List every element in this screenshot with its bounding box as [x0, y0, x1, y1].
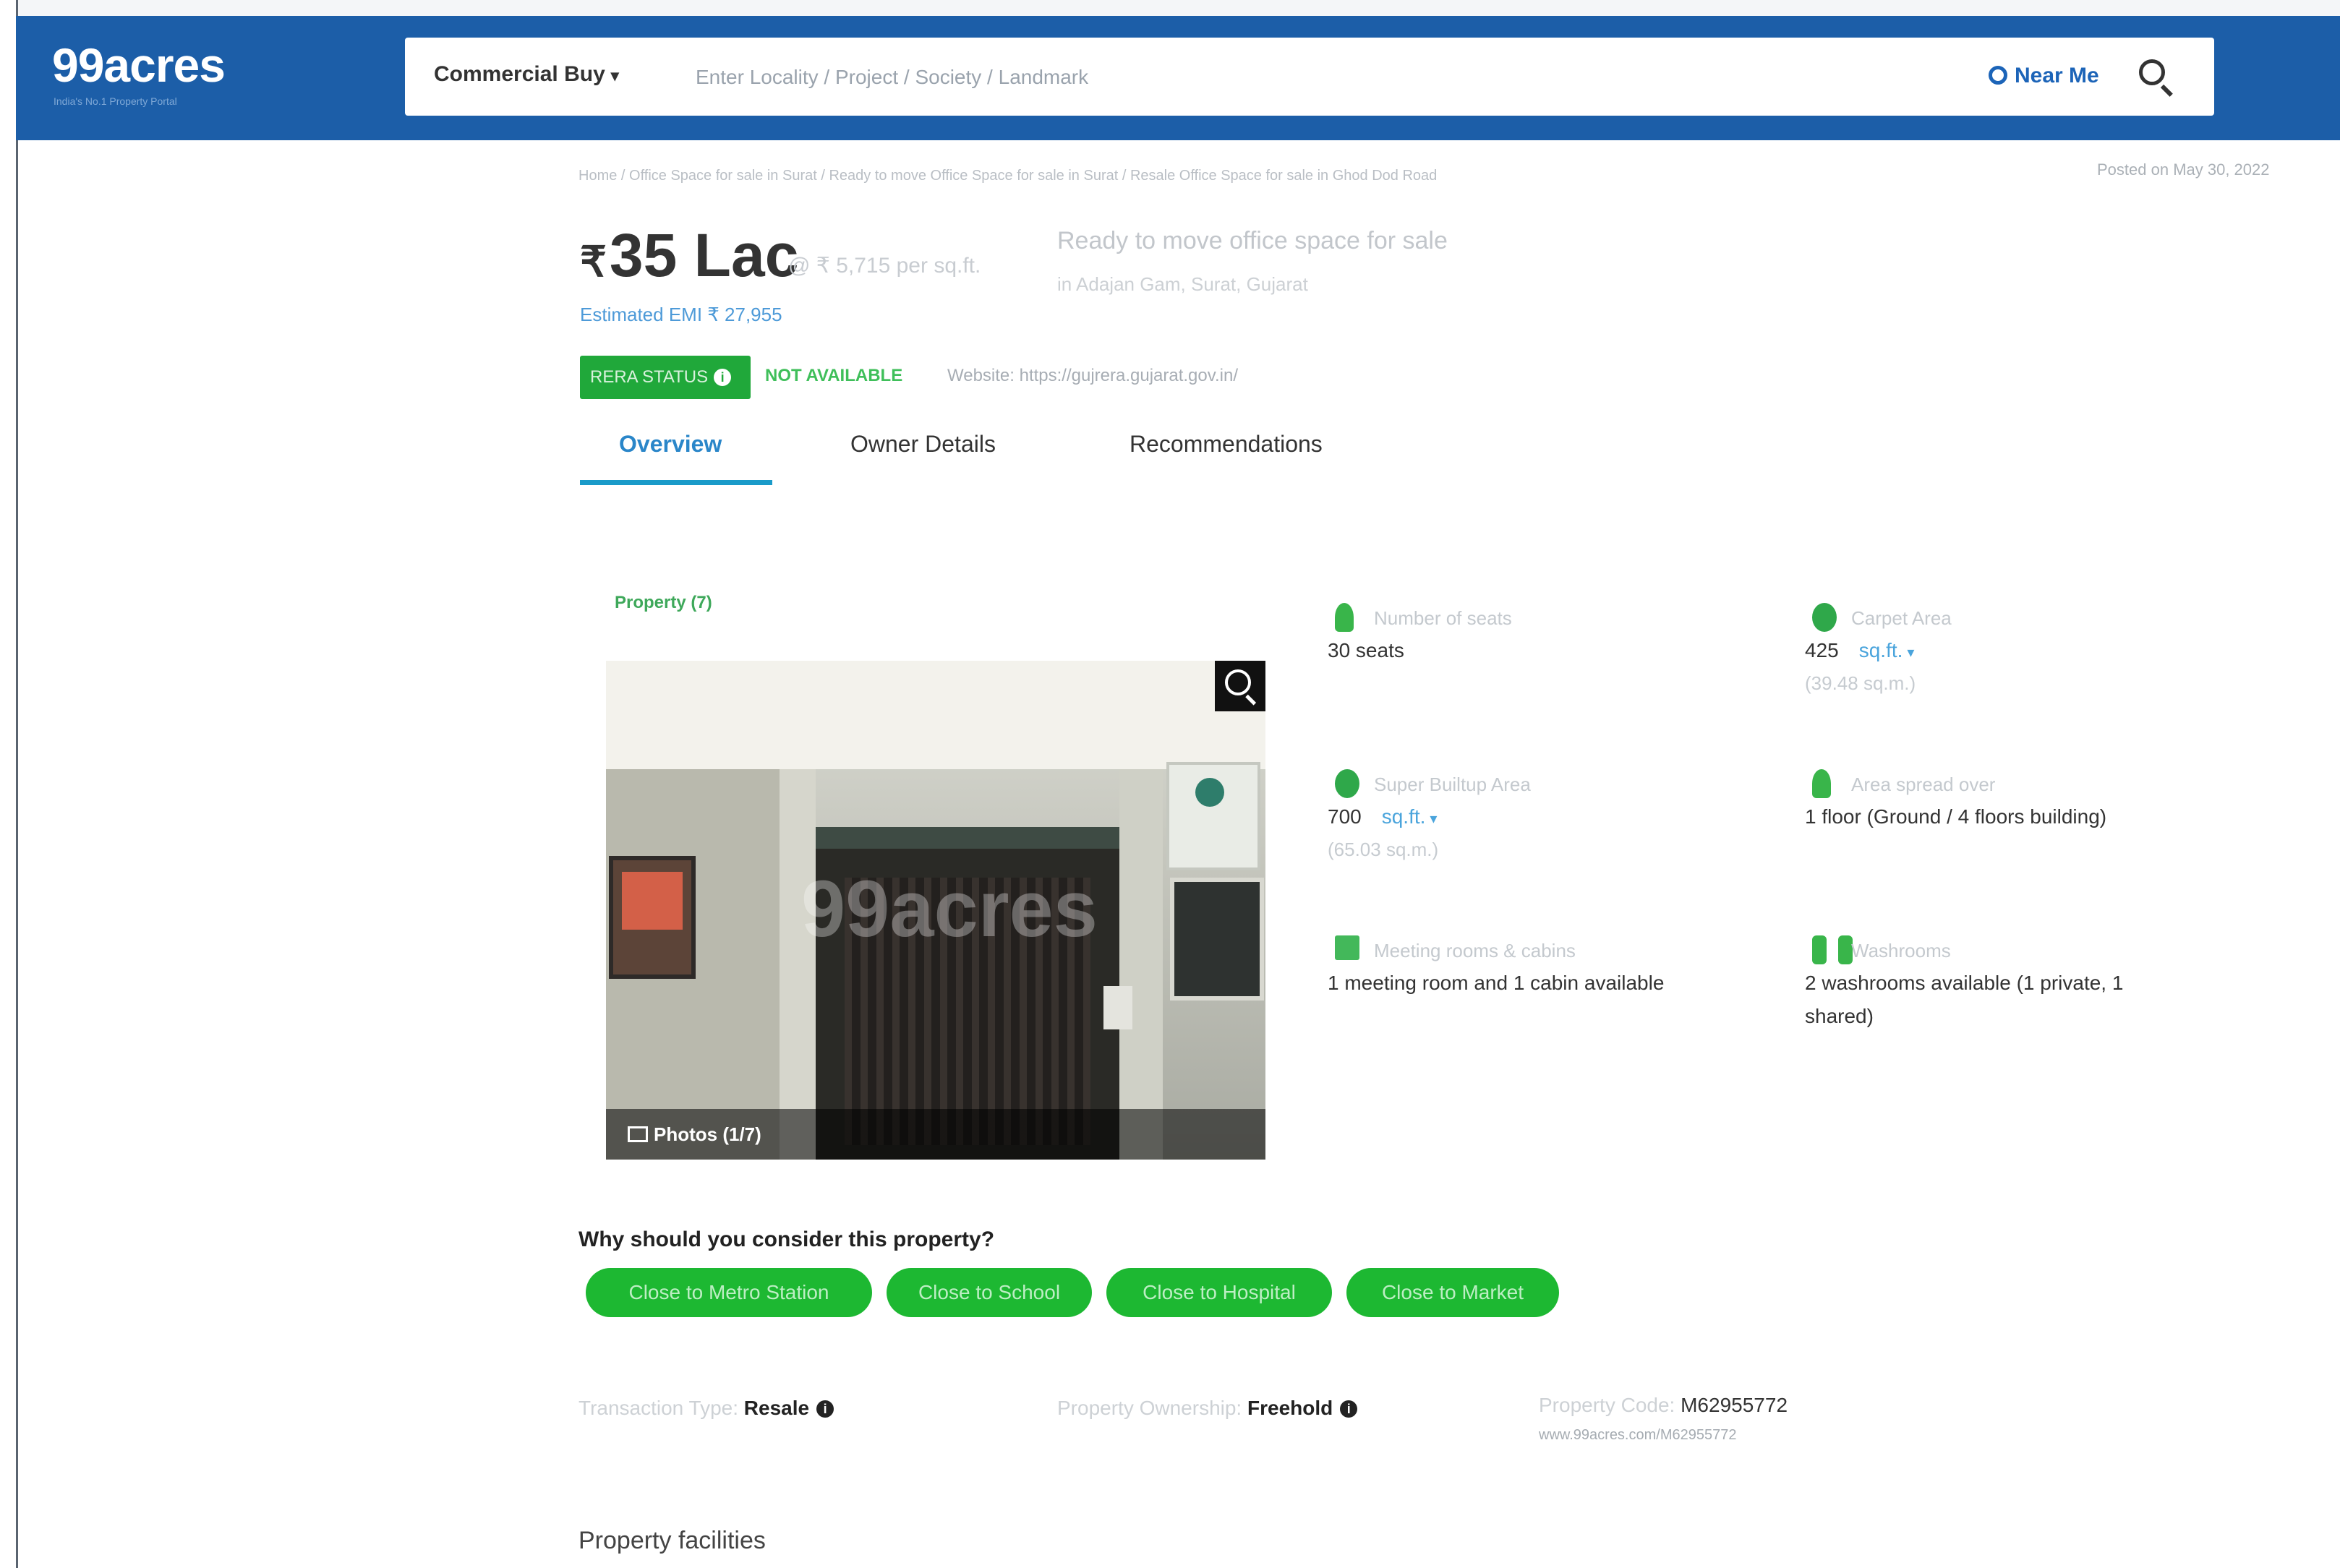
zoom-in-icon [1225, 669, 1251, 695]
property-ownership: Property Ownership: Freehold i [1057, 1397, 1358, 1420]
feature-label: Washrooms [1851, 940, 1951, 961]
property-code-label: Property Code: [1539, 1394, 1675, 1416]
meeting-room-icon [1335, 935, 1359, 960]
chip-close-to-hospital[interactable]: Close to Hospital [1106, 1268, 1332, 1317]
property-photo[interactable]: 99acres Photos (1/7) [606, 661, 1265, 1160]
feature-label: Super Builtup Area [1374, 774, 1531, 795]
feature-label: Carpet Area [1851, 607, 1952, 629]
rera-website-link[interactable]: Website: https://gujrera.gujarat.gov.in/ [947, 366, 1238, 386]
feature-value: 1 meeting room and 1 cabin available [1328, 972, 1665, 994]
rera-status-value: NOT AVAILABLE [765, 366, 903, 385]
super-builtup-value: 700 [1328, 805, 1362, 828]
transaction-type-value: Resale [743, 1397, 810, 1419]
area-icon [1812, 603, 1837, 632]
zoom-button[interactable] [1215, 661, 1265, 711]
listing-location: in Adajan Gam, Surat, Gujarat [1057, 273, 1308, 295]
site-logo[interactable]: 99acres [52, 38, 226, 93]
chevron-down-icon: ▾ [1907, 645, 1915, 661]
feature-value: 1 floor (Ground / 4 floors building) [1805, 805, 2107, 828]
active-tab-indicator [580, 480, 772, 485]
feature-sub-value: (65.03 sq.m.) [1328, 839, 1439, 860]
info-icon[interactable]: i [1340, 1400, 1358, 1418]
search-type-dropdown[interactable]: Commercial Buy ▾ [434, 62, 619, 87]
listing-tabs: Overview Owner Details Recommendations [580, 424, 1346, 486]
search-icon [2139, 59, 2165, 85]
photos-count-label: Photos (1/7) [654, 1123, 761, 1145]
price-per-sqft: @ ₹ 5,715 per sq.ft. [788, 254, 981, 278]
near-me-button[interactable]: Near Me [1989, 64, 2099, 88]
feature-value: 700 sq.ft. ▾ [1328, 805, 1437, 828]
tab-owner-details[interactable]: Owner Details [850, 431, 996, 458]
location-target-icon [1989, 66, 2007, 85]
search-button[interactable] [2133, 53, 2179, 100]
site-header: 99acres India's No.1 Property Portal Com… [16, 16, 2340, 140]
unit-selector[interactable]: sq.ft. ▾ [1382, 805, 1438, 828]
price-value: 35 Lac [609, 221, 799, 289]
property-facilities-title: Property facilities [578, 1527, 766, 1554]
listing-headline: Ready to move office space for sale [1057, 227, 1448, 254]
photos-count-bar[interactable]: Photos (1/7) [606, 1109, 1265, 1160]
property-code: Property Code: M62955772 [1539, 1394, 1788, 1417]
tab-overview[interactable]: Overview [619, 431, 722, 458]
transaction-type-label: Transaction Type: [578, 1397, 739, 1419]
search-bar: Commercial Buy ▾ Near Me [405, 38, 2214, 116]
near-me-label: Near Me [2015, 64, 2099, 87]
property-code-url[interactable]: www.99acres.com/M62955772 [1539, 1427, 1736, 1444]
transaction-type: Transaction Type: Resale i [578, 1397, 834, 1420]
chip-close-to-metro[interactable]: Close to Metro Station [586, 1268, 872, 1317]
chevron-down-icon: ▾ [610, 67, 619, 85]
washroom-icon [1812, 935, 1853, 964]
chip-close-to-school[interactable]: Close to School [887, 1268, 1092, 1317]
feature-value: 425 sq.ft. ▾ [1805, 639, 1914, 662]
image-gallery-icon [628, 1126, 648, 1142]
posted-date: Posted on May 30, 2022 [2097, 160, 2270, 179]
feature-value: 2 washrooms available (1 private, 1 [1805, 972, 2124, 994]
gallery-label: Property (7) [615, 593, 712, 612]
unit-selector[interactable]: sq.ft. ▾ [1859, 639, 1915, 661]
tab-recommendations[interactable]: Recommendations [1130, 431, 1323, 458]
property-code-value: M62955772 [1681, 1394, 1788, 1416]
search-input[interactable] [694, 55, 1637, 100]
estimated-emi-link[interactable]: Estimated EMI ₹ 27,955 [580, 304, 782, 326]
shop-sign [1166, 762, 1260, 870]
window-left-border [0, 0, 18, 1568]
photo-watermark: 99acres [801, 865, 1098, 954]
info-icon[interactable]: i [714, 369, 732, 386]
feature-value-continued: shared) [1805, 1005, 1874, 1027]
chevron-down-icon: ▾ [1430, 811, 1438, 827]
search-type-label: Commercial Buy [434, 62, 605, 86]
floor-icon [1812, 769, 1831, 798]
feature-sub-value: (39.48 sq.m.) [1805, 672, 1916, 694]
listing-price: ₹35 Lac [580, 220, 798, 291]
area-icon [1335, 769, 1359, 798]
carpet-area-value: 425 [1805, 639, 1839, 661]
logo-tagline: India's No.1 Property Portal [54, 95, 177, 107]
breadcrumb[interactable]: Home / Office Space for sale in Surat / … [578, 168, 1808, 184]
seat-icon [1335, 603, 1354, 632]
ownership-label: Property Ownership: [1057, 1397, 1242, 1419]
ownership-value: Freehold [1247, 1397, 1333, 1419]
unit-label: sq.ft. [1381, 805, 1426, 828]
chip-close-to-market[interactable]: Close to Market [1346, 1268, 1559, 1317]
feature-value: 30 seats [1328, 639, 1404, 661]
window-top-border [0, 0, 2340, 16]
rera-status-badge: RERA STATUS i [580, 356, 751, 399]
feature-label: Meeting rooms & cabins [1374, 940, 1576, 961]
rera-badge-label: RERA STATUS [590, 367, 709, 387]
currency-symbol: ₹ [580, 239, 607, 286]
why-consider-title: Why should you consider this property? [578, 1228, 995, 1251]
feature-label: Number of seats [1374, 607, 1512, 629]
info-icon[interactable]: i [816, 1400, 834, 1418]
unit-label: sq.ft. [1858, 639, 1903, 661]
feature-label: Area spread over [1851, 774, 1996, 795]
